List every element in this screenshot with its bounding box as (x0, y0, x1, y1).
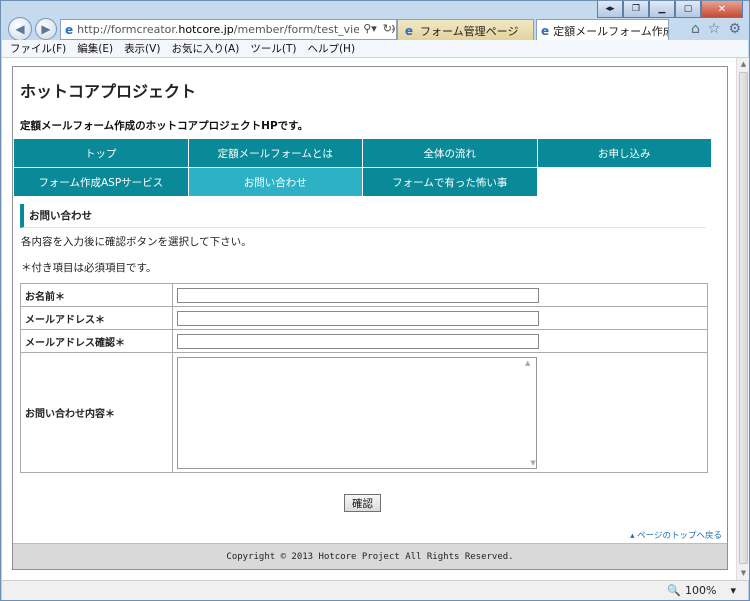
browser-window: ◂▸ ❐ ▁ ▢ ✕ ◀ ▶ e http://formcreator.hotc… (0, 0, 750, 601)
browser-toolbar: ◀ ▶ e http://formcreator.hotcore.jp/memb… (5, 15, 747, 43)
menu-file[interactable]: ファイル(F) (10, 41, 66, 56)
tab-form-management[interactable]: e フォーム管理ページ (397, 19, 534, 41)
nav-flow[interactable]: 全体の流れ (363, 139, 538, 168)
message-label: お問い合わせ内容＊ (20, 352, 173, 473)
address-bar[interactable]: e http://formcreator.hotcore.jp/member/f… (60, 19, 397, 40)
section-heading: お問い合わせ (20, 204, 706, 228)
ie-page-icon: e (65, 22, 74, 37)
nav-about-mailform[interactable]: 定額メールフォームとは (188, 139, 363, 168)
email-label: メールアドレス＊ (20, 306, 173, 330)
global-nav: トップ 定額メールフォームとは 全体の流れ お申し込み フォーム作成ASPサービ… (14, 139, 712, 197)
zoom-control[interactable]: 🔍 100% ▾ (667, 584, 736, 597)
message-textarea[interactable]: ▲ ▼ (177, 356, 537, 469)
menu-favorites[interactable]: お気に入り(A) (171, 41, 239, 56)
email-confirm-input[interactable] (177, 333, 539, 349)
menu-tools[interactable]: ツール(T) (250, 41, 296, 56)
scroll-up-icon[interactable]: ▲ (737, 58, 750, 71)
email-confirm-label: メールアドレス確認＊ (20, 329, 173, 353)
address-url: http://formcreator.hotcore.jp/member/for… (77, 23, 396, 36)
back-button[interactable]: ◀ (8, 17, 32, 41)
nav-contact[interactable]: お問い合わせ (188, 168, 363, 197)
contact-form-table: お名前＊ メールアドレス＊ メールアドレス確認＊ お問い合わせ内容＊ ▲ ▼ (20, 283, 708, 473)
menu-bar: ファイル(F) 編集(E) 表示(V) お気に入り(A) ツール(T) ヘルプ(… (2, 40, 748, 58)
email-input[interactable] (177, 310, 539, 326)
star-favorites-icon[interactable]: ☆ (708, 21, 721, 37)
scroll-down-icon[interactable]: ▼ (737, 567, 750, 580)
site-description: 定額メールフォーム作成のホットコアプロジェクトHPです。 (20, 120, 309, 132)
search-icon[interactable]: ⚲▾ (363, 22, 377, 35)
nav-apply[interactable]: お申し込み (537, 139, 712, 168)
name-input[interactable] (177, 287, 539, 303)
nav-empty-cell (537, 168, 712, 197)
required-note: ＊付き項目は必須項目です。 (21, 262, 157, 274)
nav-top[interactable]: トップ (14, 139, 189, 168)
scroll-thumb[interactable] (739, 72, 748, 564)
ie-tab-icon: e (404, 23, 414, 38)
scroll-up-icon: ▲ (525, 358, 531, 367)
arrow-left-icon: ◀ (15, 22, 25, 36)
menu-edit[interactable]: 編集(E) (77, 41, 113, 56)
textarea-scrollbar[interactable]: ▲ ▼ (525, 358, 536, 467)
zoom-icon: 🔍 (667, 584, 682, 597)
back-to-top-link[interactable]: ▴ ページのトップへ戻る (630, 529, 722, 541)
chevron-down-icon: ▾ (730, 584, 736, 597)
site-title: ホットコアプロジェクト (20, 82, 197, 101)
home-icon[interactable]: ⌂ (691, 21, 700, 37)
gear-icon[interactable]: ⚙ (728, 21, 741, 37)
arrow-right-icon: ▶ (41, 22, 51, 36)
confirm-button[interactable]: 確認 (344, 494, 381, 512)
nav-asp-service[interactable]: フォーム作成ASPサービス (14, 168, 189, 197)
page-viewport: ホットコアプロジェクト 定額メールフォーム作成のホットコアプロジェクトHPです。… (2, 58, 736, 580)
page-scrollbar[interactable]: ▲ ▼ (736, 58, 749, 580)
site-footer: Copyright © 2013 Hotcore Project All Rig… (13, 543, 727, 569)
nav-scary-stories[interactable]: フォームで有った怖い事 (363, 168, 538, 197)
status-bar: 🔍 100% ▾ (2, 580, 748, 600)
refresh-icon[interactable]: ↻ (383, 22, 392, 35)
ie-tab-icon: e (541, 23, 550, 38)
menu-help[interactable]: ヘルプ(H) (307, 41, 355, 56)
menu-view[interactable]: 表示(V) (124, 41, 160, 56)
site-container: ホットコアプロジェクト 定額メールフォーム作成のホットコアプロジェクトHPです。… (12, 66, 728, 570)
tab-mailform-active[interactable]: e 定額メールフォーム作成... ✕ (536, 19, 669, 41)
browser-right-icons: ⌂ ☆ ⚙ (691, 21, 741, 37)
forward-button[interactable]: ▶ (35, 18, 57, 40)
scroll-down-icon: ▼ (530, 458, 536, 467)
instruction-text: 各内容を入力後に確認ボタンを選択して下さい。 (21, 236, 252, 248)
address-tools: ⚲▾ ↻ (359, 22, 392, 35)
name-label: お名前＊ (20, 283, 173, 307)
